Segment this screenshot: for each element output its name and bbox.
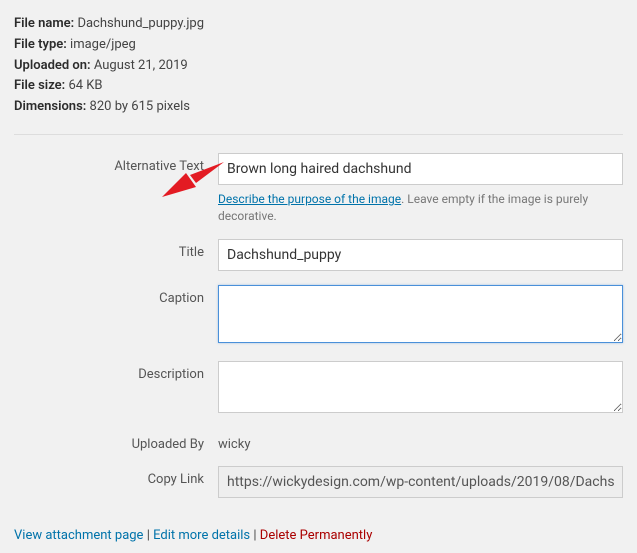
title-input[interactable] [218,239,623,271]
meta-dimensions-value: 820 by 615 pixels [90,99,190,114]
uploaded-by-label: Uploaded By [14,431,218,452]
uploaded-by-value: wicky [218,431,623,452]
bottom-actions: View attachment page | Edit more details… [14,528,623,543]
description-row: Description [14,361,623,417]
title-row: Title [14,239,623,271]
caption-label: Caption [14,285,218,306]
meta-filesize: File size: 64 KB [14,76,623,97]
uploaded-by-row: Uploaded By wicky [14,431,623,452]
meta-dimensions: Dimensions: 820 by 615 pixels [14,97,623,118]
meta-filetype: File type: image/jpeg [14,35,623,56]
meta-uploaded-label: Uploaded on: [14,58,91,73]
copy-link-label: Copy Link [14,466,218,487]
edit-more-link[interactable]: Edit more details [153,528,250,543]
delete-link[interactable]: Delete Permanently [260,528,373,543]
caption-row: Caption [14,285,623,347]
alt-text-label: Alternative Text [14,153,218,174]
meta-dimensions-label: Dimensions: [14,99,86,114]
meta-filetype-label: File type: [14,37,67,52]
copy-link-row: Copy Link [14,466,623,498]
alt-text-help-link[interactable]: Describe the purpose of the image [218,192,401,206]
attachment-meta: File name: Dachshund_puppy.jpg File type… [14,10,623,128]
description-input[interactable] [218,361,623,413]
description-label: Description [14,361,218,382]
meta-filesize-label: File size: [14,78,65,93]
meta-filename-label: File name: [14,16,74,31]
alt-text-help: Describe the purpose of the image. Leave… [218,191,623,225]
meta-filename: File name: Dachshund_puppy.jpg [14,14,623,35]
meta-filesize-value: 64 KB [68,78,102,93]
divider [14,134,623,135]
caption-input[interactable] [218,285,623,343]
title-label: Title [14,239,218,260]
view-attachment-link[interactable]: View attachment page [14,528,143,543]
alt-text-row: Alternative Text Describe the purpose of… [14,153,623,225]
meta-uploaded: Uploaded on: August 21, 2019 [14,56,623,77]
copy-link-input[interactable] [218,466,623,498]
alt-text-input[interactable] [218,153,623,185]
meta-filename-value: Dachshund_puppy.jpg [77,16,204,31]
meta-uploaded-value: August 21, 2019 [94,58,188,73]
meta-filetype-value: image/jpeg [70,37,136,52]
